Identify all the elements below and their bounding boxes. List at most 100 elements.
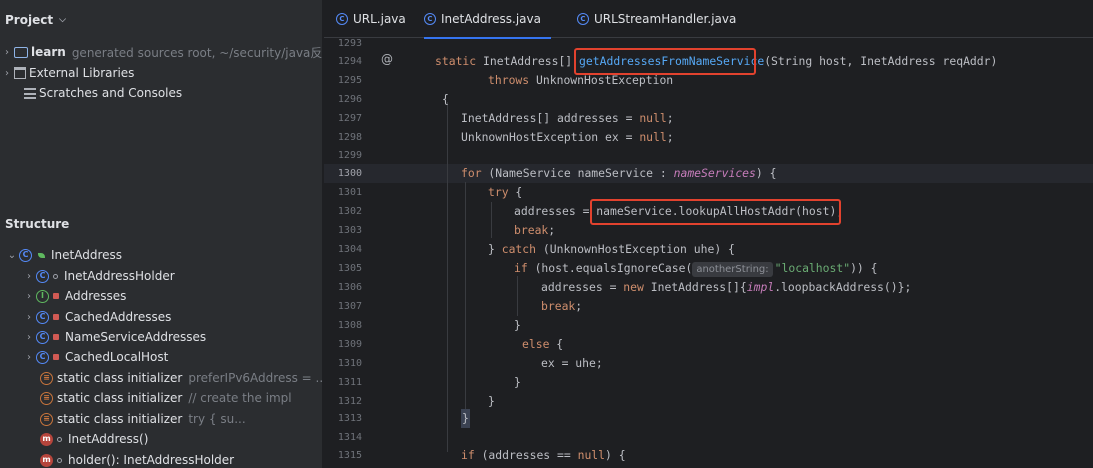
structure-item[interactable]: › I Addresses — [22, 286, 126, 306]
code-line-1307[interactable]: break; — [541, 297, 582, 316]
structure-root-inetaddress[interactable]: ⌄ C InetAddress — [5, 245, 122, 265]
code-token: catch — [501, 242, 537, 256]
code-line-1311[interactable]: } — [514, 373, 521, 392]
code-area[interactable]: static InetAddress[] getAddressesFromNam… — [324, 38, 1093, 468]
code-line-1304[interactable]: } catch (UnknownHostException uhe) { — [488, 240, 735, 259]
structure-item[interactable]: › C NameServiceAddresses — [22, 327, 206, 347]
chevron-right-icon[interactable]: › — [22, 271, 36, 282]
line-number: 1304 — [337, 244, 362, 255]
private-modifier-icon — [53, 334, 59, 340]
code-line-1296[interactable]: { — [442, 90, 449, 109]
structure-item[interactable]: ≡ static class initializer // create the… — [40, 388, 292, 408]
code-token: { — [549, 337, 564, 351]
scratches-icon — [24, 87, 36, 99]
structure-item-label: static class initializer — [57, 371, 183, 385]
structure-item[interactable]: › C CachedLocalHost — [22, 347, 168, 367]
code-token: for — [461, 166, 482, 180]
code-token: ; — [575, 299, 583, 313]
line-number: 1309 — [337, 339, 362, 350]
code-token: ; — [666, 130, 674, 144]
structure-item[interactable]: ≡ static class initializer preferIPv6Add… — [40, 368, 322, 388]
code-line-1310[interactable]: ex = uhe; — [541, 354, 603, 373]
line-number: 1305 — [337, 263, 362, 274]
code-token: { — [508, 185, 523, 199]
line-number: 1294 — [337, 56, 362, 67]
structure-item-label: Addresses — [65, 289, 127, 303]
method-icon: m — [40, 432, 53, 446]
line-number: 1299 — [337, 150, 362, 161]
code-line-1298[interactable]: UnknownHostException ex = null; — [461, 128, 674, 147]
structure-item[interactable]: m holder(): InetAddressHolder — [40, 450, 234, 468]
tab-label: InetAddress.java — [441, 12, 541, 26]
override-marker-icon[interactable]: @ — [381, 52, 393, 66]
code-line-1301[interactable]: try { — [488, 183, 522, 202]
library-icon — [14, 67, 26, 79]
project-item-label: Scratches and Consoles — [39, 86, 183, 100]
chevron-right-icon[interactable]: › — [22, 332, 36, 343]
structure-item[interactable]: › C CachedAddresses — [22, 307, 171, 327]
structure-panel-title: Structure — [5, 217, 70, 231]
chevron-right-icon[interactable]: › — [22, 352, 36, 363]
code-token: ) { — [755, 166, 777, 180]
line-number-gutter[interactable]: 1293 1294 1295 1296 1297 1298 1299 1300 … — [324, 38, 374, 468]
line-number: 1297 — [337, 113, 362, 124]
project-item-scratches[interactable]: Scratches and Consoles — [10, 83, 182, 103]
structure-root-label: InetAddress — [51, 248, 123, 262]
class-file-icon: C — [424, 13, 436, 25]
code-token: null — [639, 130, 667, 144]
chevron-right-icon[interactable]: › — [22, 291, 36, 302]
class-file-icon: C — [336, 13, 348, 25]
code-token: static — [435, 54, 477, 68]
structure-item-label: NameServiceAddresses — [65, 330, 207, 344]
chevron-right-icon[interactable]: › — [22, 312, 36, 323]
code-line-1312[interactable]: } — [488, 392, 495, 411]
indent-guide — [491, 202, 492, 238]
code-token: throws — [488, 73, 530, 87]
class-icon: C — [36, 350, 49, 364]
tab-inetaddress-java[interactable]: C InetAddress.java — [424, 0, 551, 39]
code-line-1300[interactable]: for (NameService nameService : nameServi… — [461, 164, 776, 183]
chevron-down-icon[interactable]: ⌄ — [5, 250, 19, 261]
code-line-1306[interactable]: addresses = new InetAddress[]{impl.loopb… — [541, 278, 911, 297]
chevron-right-icon[interactable]: › — [0, 47, 14, 58]
line-number: 1296 — [337, 94, 362, 105]
code-token: new — [623, 280, 644, 294]
project-panel-title: Project — [5, 13, 54, 27]
code-token: { — [442, 92, 449, 106]
indent-guide — [447, 102, 448, 452]
code-editor[interactable]: C URL.java C InetAddress.java C URLStrea… — [324, 0, 1093, 468]
static-initializer-icon: ≡ — [40, 412, 53, 426]
code-token: (host.equalsIgnoreCase( — [527, 261, 693, 275]
code-line-1313[interactable]: } — [461, 409, 470, 428]
tab-urlstreamhandler-java[interactable]: C URLStreamHandler.java — [577, 0, 736, 38]
chevron-down-icon[interactable]: ⌵ — [59, 15, 66, 25]
code-token: UnknownHostException ex = — [461, 130, 640, 144]
code-line-1297[interactable]: InetAddress[] addresses = null; — [461, 109, 674, 128]
code-token: else — [522, 337, 550, 351]
class-icon: C — [19, 248, 32, 262]
project-panel-header[interactable]: Project ⌵ — [5, 13, 66, 27]
tab-url-java[interactable]: C URL.java — [336, 0, 406, 38]
folder-icon — [14, 46, 28, 58]
line-number: 1313 — [337, 413, 362, 424]
code-token: if — [514, 261, 528, 275]
structure-item[interactable]: m InetAddress() — [40, 429, 148, 449]
indent-guide — [517, 276, 518, 316]
code-line-1308[interactable]: } — [514, 316, 521, 335]
private-modifier-icon — [53, 293, 59, 299]
code-token: break — [541, 299, 576, 313]
code-line-1315[interactable]: if (addresses == null) { — [461, 446, 626, 465]
tool-window-panel: Project ⌵ › learn generated sources root… — [0, 0, 323, 468]
code-line-1303[interactable]: break; — [514, 221, 555, 240]
structure-item[interactable]: ≡ static class initializer try { su... — [40, 409, 246, 429]
structure-item-hint: try { su... — [188, 412, 246, 426]
structure-item[interactable]: › C InetAddressHolder — [22, 266, 175, 286]
project-item-hint: generated sources root, ~/security/java反… — [71, 45, 323, 60]
project-item-external-libraries[interactable]: › External Libraries — [0, 63, 134, 83]
chevron-right-icon[interactable]: › — [0, 68, 14, 79]
tab-label: URLStreamHandler.java — [594, 12, 737, 26]
code-line-1305[interactable]: if (host.equalsIgnoreCase(anotherString:… — [514, 259, 878, 278]
project-item-learn[interactable]: › learn generated sources root, ~/securi… — [0, 42, 323, 62]
line-number: 1295 — [337, 75, 362, 86]
code-line-1309[interactable]: else { — [522, 335, 563, 354]
